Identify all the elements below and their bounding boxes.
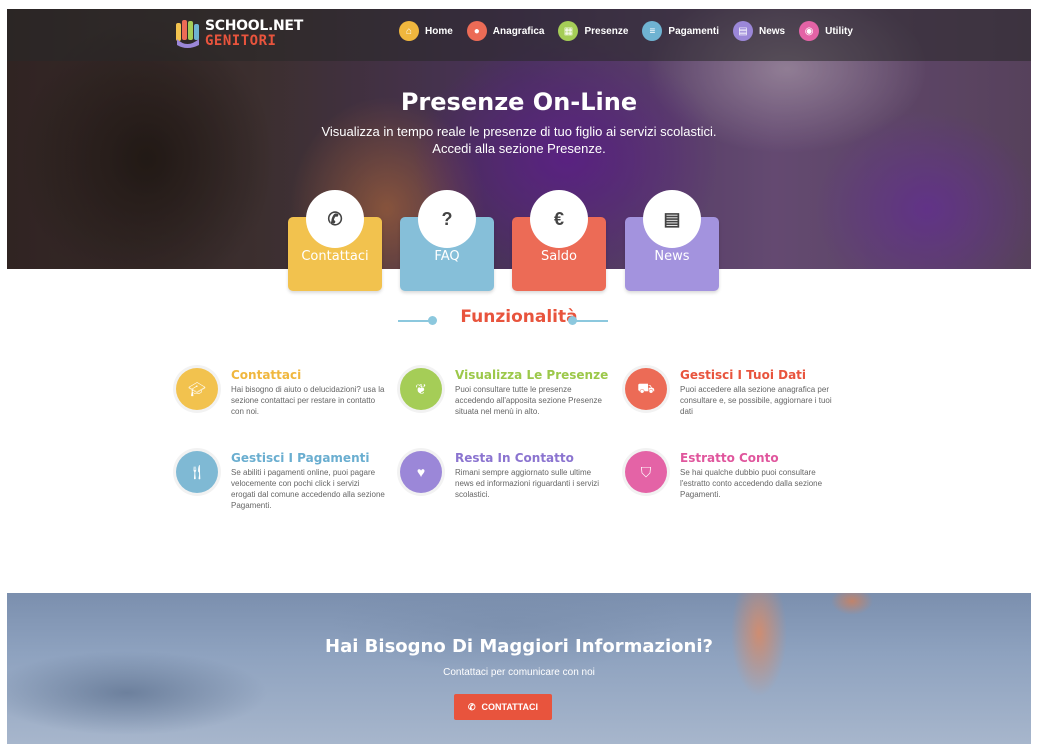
feature-text: Se hai qualche dubbio puoi consultare l'… bbox=[680, 468, 823, 499]
feature-title: Contattaci bbox=[231, 368, 302, 382]
feature-title: Resta In Contatto bbox=[455, 451, 574, 465]
nav-item-news[interactable]: ▤ News bbox=[732, 21, 786, 41]
nav-item-presenze[interactable]: ▦ Presenze bbox=[558, 21, 628, 41]
top-navbar: SCHOOL.NET GENITORI ⌂ Home ● Anagrafica … bbox=[7, 9, 1031, 61]
card-faq[interactable]: ? FAQ bbox=[400, 190, 494, 291]
heart-icon: ♥ bbox=[400, 451, 442, 493]
title-divider-right bbox=[574, 320, 608, 322]
feature-text: Puoi accedere alla sezione anagrafica pe… bbox=[680, 385, 832, 416]
nav-label: News bbox=[758, 25, 786, 37]
car-icon: ⛟ bbox=[625, 368, 667, 410]
card-label: Contattaci bbox=[301, 249, 369, 264]
hero-subtitle-line1: Visualizza in tempo reale le presenze di… bbox=[321, 124, 717, 139]
leaf-icon: ❦ bbox=[400, 368, 442, 410]
nav-label: Presenze bbox=[584, 25, 629, 37]
feature-text: Se abiliti i pagamenti online, puoi paga… bbox=[231, 468, 385, 510]
shield-icon: ⛉ bbox=[625, 451, 667, 493]
brand-line1: SCHOOL.NET bbox=[205, 18, 303, 34]
calendar-icon: ▦ bbox=[558, 21, 579, 41]
banner-subtitle: Contattaci per comunicare con noi bbox=[443, 667, 595, 678]
user-icon: ● bbox=[466, 21, 487, 41]
nav-item-pagamenti[interactable]: ≡ Pagamenti bbox=[642, 21, 719, 41]
euro-icon: € bbox=[530, 190, 588, 248]
card-saldo[interactable]: € Saldo bbox=[512, 190, 606, 291]
cutlery-icon: 🍴︎ bbox=[176, 451, 218, 493]
logo-hand-icon bbox=[176, 20, 199, 48]
feature-text: Puoi consultare tutte le presenze accede… bbox=[455, 385, 602, 416]
hero-subtitle: Visualizza in tempo reale le presenze di… bbox=[0, 123, 1038, 157]
contattaci-button[interactable]: ✆ CONTATTACI bbox=[454, 694, 552, 720]
nav-item-utility[interactable]: ◉ Utility bbox=[799, 21, 853, 41]
banner-title: Hai Bisogno Di Maggiori Informazioni? bbox=[325, 636, 713, 657]
card-news[interactable]: ▤ News bbox=[625, 190, 719, 291]
graduation-cap-icon: 🎓︎ bbox=[176, 368, 218, 410]
contattaci-button-label: CONTATTACI bbox=[481, 702, 539, 712]
feature-title: Gestisci I Pagamenti bbox=[231, 451, 370, 465]
list-icon: ≡ bbox=[642, 21, 663, 41]
nav-label: Anagrafica bbox=[492, 25, 545, 37]
phone-icon: ✆ bbox=[467, 701, 476, 712]
newspaper-icon: ▤ bbox=[732, 21, 753, 41]
card-contattaci[interactable]: ✆ Contattaci bbox=[288, 190, 382, 291]
eye-icon: ◉ bbox=[799, 21, 820, 41]
feature-title: Estratto Conto bbox=[680, 451, 779, 465]
hero-title: Presenze On-Line bbox=[400, 88, 638, 116]
card-label: FAQ bbox=[434, 249, 460, 264]
nav-label: Utility bbox=[825, 25, 853, 37]
brand-line2: GENITORI bbox=[205, 33, 277, 49]
section-title: Funzionalità bbox=[460, 307, 578, 327]
main-nav: ⌂ Home ● Anagrafica ▦ Presenze ≡ Pagamen… bbox=[399, 21, 867, 41]
nav-item-anagrafica[interactable]: ● Anagrafica bbox=[466, 21, 545, 41]
newspaper-icon: ▤ bbox=[643, 190, 701, 248]
card-label: Saldo bbox=[540, 249, 578, 264]
feature-text: Hai bisogno di aiuto o delucidazioni? us… bbox=[231, 385, 385, 416]
question-icon: ? bbox=[418, 190, 476, 248]
feature-text: Rimani sempre aggiornato sulle ultime ne… bbox=[455, 468, 600, 499]
nav-item-home[interactable]: ⌂ Home bbox=[399, 21, 453, 41]
hero-subtitle-line2: Accedi alla sezione Presenze. bbox=[432, 141, 606, 156]
nav-label: Home bbox=[425, 25, 453, 37]
nav-label: Pagamenti bbox=[668, 25, 719, 37]
card-label: News bbox=[654, 249, 690, 264]
feature-title: Visualizza Le Presenze bbox=[455, 368, 609, 382]
logo[interactable]: SCHOOL.NET GENITORI bbox=[175, 17, 303, 53]
home-icon: ⌂ bbox=[399, 21, 419, 41]
feature-title: Gestisci I Tuoi Dati bbox=[680, 368, 807, 382]
phone-icon: ✆ bbox=[306, 190, 364, 248]
